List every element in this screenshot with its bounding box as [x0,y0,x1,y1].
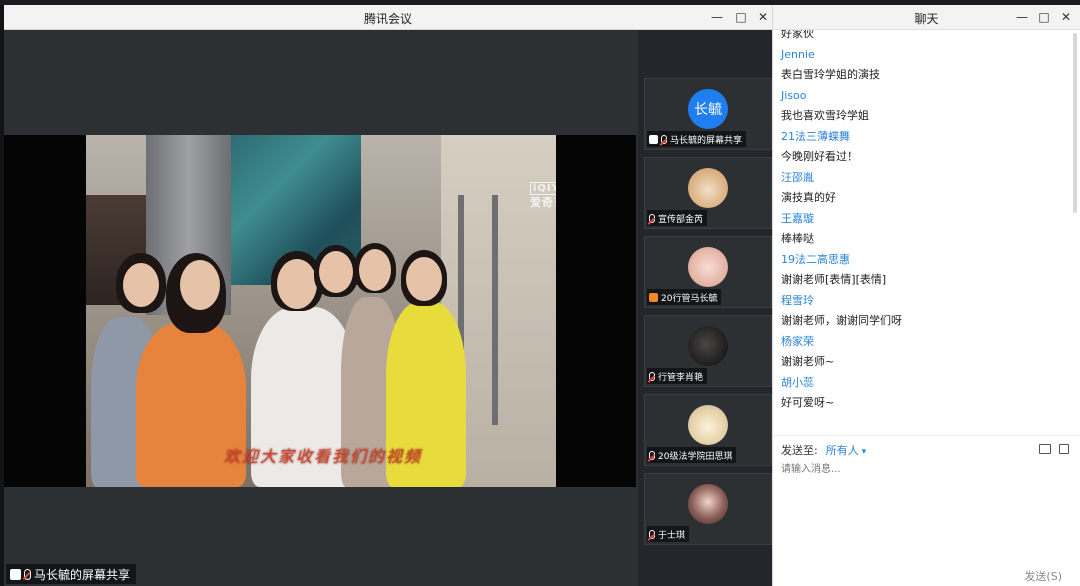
chat-sender-name: 汪邵胤 [781,171,814,184]
iqiyi-logo-icon: iQIYI [530,182,556,195]
chat-sender-name: 胡小蕊 [781,376,814,389]
send-button[interactable]: 发送(S) [1024,568,1062,584]
chat-message-text: 我也喜欢雪玲学姐 [781,109,869,122]
minimize-icon[interactable]: — [706,8,728,26]
shared-video[interactable]: iQIYI爱奇艺 欢迎大家收看我们的视频 [86,135,556,487]
person-face [359,249,391,291]
participant-name: 行管李肖艳 [658,372,704,383]
participant-tile[interactable]: 行管李肖艳 [644,315,772,387]
shared-screen-view: iQIYI爱奇艺 欢迎大家收看我们的视频 马长毓的屏幕共享 [4,30,636,586]
participant-list: 长毓 马长毓的屏幕共享 宣传部金芮 20行管马长毓 行管李肖艳 20级法学院田思… [638,30,776,586]
screen-share-label-text: 马长毓的屏幕共享 [34,567,131,582]
chat-sender-name: 19法二高思惠 [781,253,850,266]
participant-tile[interactable]: 宣传部金芮 [644,157,772,229]
chat-message-text: 谢谢老师[表情][表情] [781,273,887,286]
participant-name-tag: 马长毓的屏幕共享 [647,131,747,147]
person-face [319,251,353,293]
maximize-icon[interactable]: □ [730,8,752,26]
meeting-titlebar: 腾讯会议 — □ ✕ [4,5,772,30]
participant-tile[interactable]: 20级法学院田思琪 [644,394,772,466]
avatar [688,168,728,208]
participant-name: 20级法学院田思琪 [658,451,733,462]
chat-input-area: 发送至: 所有人 发送(S) [773,435,1080,586]
chat-message-text: 好可爱呀~ [781,396,835,409]
chat-sender-name: 王嘉璇 [781,212,814,225]
mic-muted-icon [649,371,655,381]
chat-message-text: 演技真的好 [781,191,836,204]
participant-name-tag: 宣传部金芮 [647,210,708,226]
participant-name-tag: 行管李肖艳 [647,368,708,384]
participant-name: 20行管马长毓 [661,293,718,304]
send-to-row: 发送至: 所有人 [781,442,866,458]
chat-scrollbar[interactable] [1073,33,1077,213]
screen-share-icon [10,568,21,580]
participant-name-tag: 于士琪 [647,526,690,542]
video-watermark: iQIYI爱奇艺 [530,181,556,210]
minimize-icon[interactable]: — [1011,8,1033,26]
close-icon[interactable]: ✕ [1055,8,1077,26]
screen-share-label: 马长毓的屏幕共享 [6,564,137,584]
person-face [123,263,159,307]
send-to-label: 发送至: [781,444,818,457]
chat-sender-name: Jennie [781,48,815,61]
chat-message-text: 棒棒哒 [781,232,814,245]
chat-message-list[interactable]: 好家伙 Jennie 表白雪玲学姐的演技 Jisoo 我也喜欢雪玲学姐 21法三… [773,30,1080,435]
chat-message-text: 谢谢老师，谢谢同学们呀 [781,314,902,327]
screen-share-icon [649,134,658,144]
chat-sender-name: 程雪玲 [781,294,814,307]
mic-muted-icon [649,529,655,539]
avatar [688,326,728,366]
close-icon[interactable]: ✕ [752,8,774,26]
chat-input[interactable] [781,460,1061,550]
chat-window: 聊天 — □ ✕ 好家伙 Jennie 表白雪玲学姐的演技 Jisoo 我也喜欢… [772,5,1080,586]
mic-muted-icon [649,450,655,460]
watermark-text: 爱奇艺 [530,196,556,209]
mic-muted-icon [649,213,655,223]
chat-sender-name: 21法三薄蝶舞 [781,130,850,143]
participant-name: 于士琪 [658,530,686,541]
participant-tile[interactable]: 长毓 马长毓的屏幕共享 [644,78,772,150]
chat-titlebar: 聊天 — □ ✕ [773,5,1080,30]
participant-name-tag: 20行管马长毓 [647,289,722,305]
avatar [688,405,728,445]
maximize-icon[interactable]: □ [1033,8,1055,26]
screenshot-icon[interactable] [1059,444,1069,454]
meeting-title: 腾讯会议 [363,12,412,26]
chat-sender-name: 杨家荣 [781,335,814,348]
person-face [180,260,220,310]
participant-name-tag: 20级法学院田思琪 [647,447,737,463]
chat-sender-name: Jisoo [781,89,807,102]
mic-muted-icon [661,134,667,144]
avatar: 长毓 [688,89,728,129]
mic-muted-icon [24,568,31,580]
participant-name: 宣传部金芮 [658,214,704,225]
chat-message-text: 谢谢老师~ [781,355,835,368]
participant-tile[interactable]: 于士琪 [644,473,772,545]
participant-tile[interactable]: 20行管马长毓 [644,236,772,308]
avatar [688,484,728,524]
person-face [277,259,317,309]
image-icon[interactable] [1039,444,1051,454]
participant-name: 马长毓的屏幕共享 [670,135,743,146]
meeting-window: 腾讯会议 — □ ✕ iQI 爱奇 欢迎大家收看我们的视频 马长毓的屏幕共享 长… [0,5,776,586]
avatar [688,247,728,287]
video-subtitle: 欢迎大家收看我们的视频 [224,447,423,466]
video-frame: iQIYI爱奇艺 欢迎大家收看我们的视频 [4,135,636,487]
recipient-dropdown[interactable]: 所有人 [826,442,866,458]
desktop: 腾讯会议 — □ ✕ iQI 爱奇 欢迎大家收看我们的视频 马长毓的屏幕共享 长… [0,0,1080,586]
chat-message-text: 好家伙 [781,30,814,40]
chat-message-text: 表白雪玲学姐的演技 [781,68,880,81]
chat-message-text: 今晚刚好看过！ [781,150,858,163]
user-icon [649,292,658,302]
person-face [406,257,442,301]
